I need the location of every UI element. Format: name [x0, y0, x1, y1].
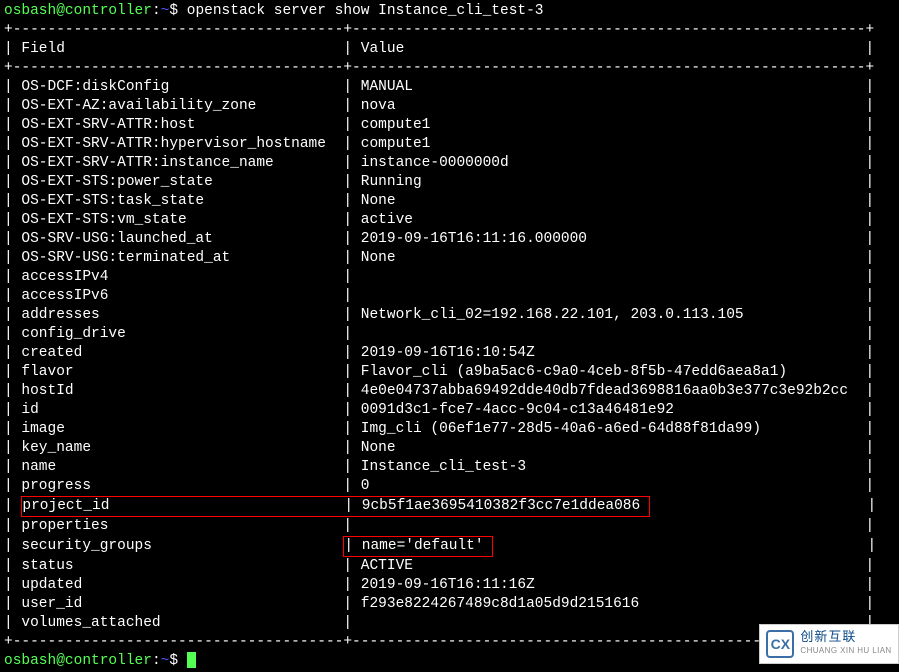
user-host: osbash@controller — [4, 3, 152, 19]
table-row: | image | Img_cli (06ef1e77-28d5-40a6-a6… — [4, 420, 895, 439]
table-row: | accessIPv6 | | — [4, 287, 895, 306]
table-row: | OS-EXT-SRV-ATTR:host | compute1 | — [4, 116, 895, 135]
badge-cn-text: 创新互联 — [800, 630, 891, 644]
highlight-security-group: | name='default' — [343, 536, 493, 557]
output-table: +--------------------------------------+… — [4, 21, 895, 652]
separator-line: +--------------------------------------+… — [4, 21, 895, 40]
terminal-output: osbash@controller:~$ openstack server sh… — [4, 2, 895, 671]
separator-line: +--------------------------------------+… — [4, 59, 895, 78]
cursor-icon — [187, 652, 196, 668]
table-row: | OS-EXT-AZ:availability_zone | nova | — [4, 97, 895, 116]
badge-logo-icon: CX — [766, 630, 794, 658]
table-row: | name | Instance_cli_test-3 | — [4, 458, 895, 477]
table-row: | OS-SRV-USG:launched_at | 2019-09-16T16… — [4, 230, 895, 249]
table-row: | updated | 2019-09-16T16:11:16Z | — [4, 576, 895, 595]
table-row: | OS-DCF:diskConfig | MANUAL | — [4, 78, 895, 97]
table-row: | OS-EXT-SRV-ATTR:hypervisor_hostname | … — [4, 135, 895, 154]
table-row: | properties | | — [4, 517, 895, 536]
highlight-project-id: project_id | 9cb5f1ae3695410382f3cc7e1dd… — [21, 496, 650, 517]
table-row: | key_name | None | — [4, 439, 895, 458]
table-row: | addresses | Network_cli_02=192.168.22.… — [4, 306, 895, 325]
table-row: | OS-EXT-STS:task_state | None | — [4, 192, 895, 211]
prompt-line-1: osbash@controller:~$ openstack server sh… — [4, 2, 895, 21]
table-row: | OS-SRV-USG:terminated_at | None | — [4, 249, 895, 268]
table-row: | created | 2019-09-16T16:10:54Z | — [4, 344, 895, 363]
watermark-badge: CX 创新互联 CHUANG XIN HU LIAN — [759, 624, 899, 664]
badge-en-text: CHUANG XIN HU LIAN — [800, 644, 891, 658]
command-text: openstack server show Instance_cli_test-… — [187, 3, 544, 19]
table-row: | id | 0091d3c1-fce7-4acc-9c04-c13a46481… — [4, 401, 895, 420]
table-row: | OS-EXT-STS:power_state | Running | — [4, 173, 895, 192]
table-row: | hostId | 4e0e04737abba69492dde40db7fde… — [4, 382, 895, 401]
table-row: | OS-EXT-STS:vm_state | active | — [4, 211, 895, 230]
table-row: | project_id | 9cb5f1ae3695410382f3cc7e1… — [4, 496, 895, 517]
table-header-row: | Field | Value | — [4, 40, 895, 59]
table-row: | OS-EXT-SRV-ATTR:instance_name | instan… — [4, 154, 895, 173]
table-row: | flavor | Flavor_cli (a9ba5ac6-c9a0-4ce… — [4, 363, 895, 382]
table-row: | config_drive | | — [4, 325, 895, 344]
table-row: | accessIPv4 | | — [4, 268, 895, 287]
table-row: | status | ACTIVE | — [4, 557, 895, 576]
table-row: | security_groups | name='default' | — [4, 536, 895, 557]
table-row: | progress | 0 | — [4, 477, 895, 496]
table-row: | user_id | f293e8224267489c8d1a05d9d215… — [4, 595, 895, 614]
